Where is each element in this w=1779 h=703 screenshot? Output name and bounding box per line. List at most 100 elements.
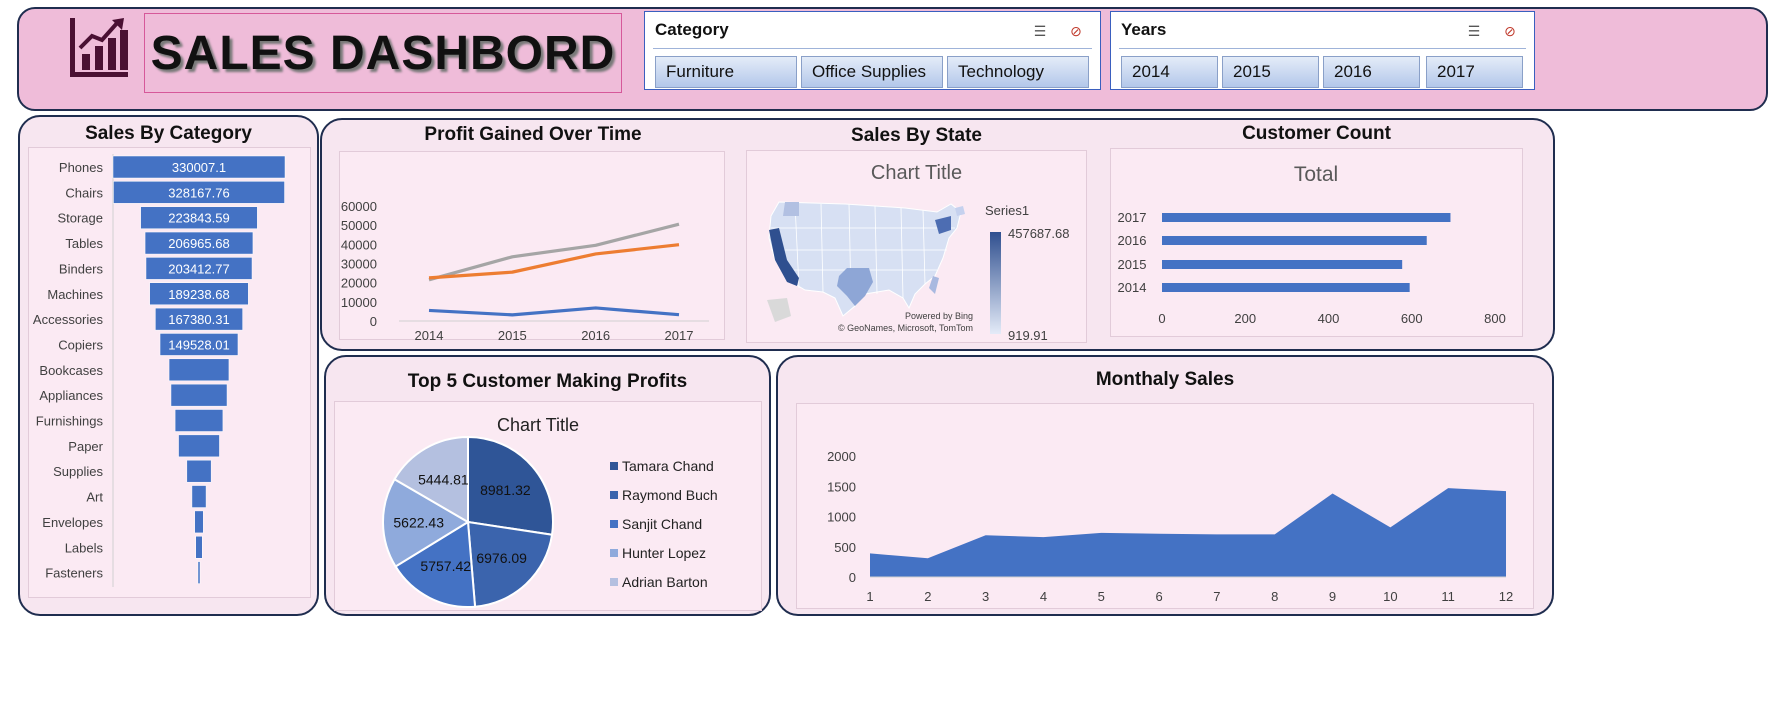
funnel-category-label: Storage [57,211,103,226]
area-y-tick-label: 2000 [827,449,856,464]
clear-filter-icon[interactable]: ⊘ [1066,22,1086,40]
pie-legend-swatch [610,462,618,470]
pie-data-label: 8981.32 [480,482,531,498]
area-x-tick-label: 4 [1040,589,1047,604]
us-map [767,201,965,322]
category-office-supplies-button[interactable]: Office Supplies [801,56,943,88]
funnel-bar [194,510,204,534]
top5-customers-chart: Chart Title 8981.32 6976.09 5757.42 5622.43 5… [382,415,718,608]
area-x-tick-label: 2 [924,589,931,604]
category-furniture-button[interactable]: Furniture [655,56,797,88]
customer-chart-title: Total [1294,163,1338,186]
line-y-tick-label: 50000 [341,218,377,233]
funnel-bar [197,561,201,584]
area-x-tick-label: 12 [1499,589,1513,604]
category-technology-button[interactable]: Technology [947,56,1089,88]
customer-bar [1162,283,1410,292]
funnel-category-label: Envelopes [42,515,103,530]
year-2015-button[interactable]: 2015 [1222,56,1319,88]
area-x-tick-label: 1 [866,589,873,604]
customer-bar [1162,260,1403,269]
area-x-tick-label: 9 [1329,589,1336,604]
customer-x-tick-label: 600 [1401,311,1423,326]
area-y-tick-label: 1500 [827,479,856,494]
line-y-tick-label: 30000 [341,257,377,272]
profit-over-time-chart: 0 10000 20000 30000 40000 50000 60000 2014 2015 2… [341,199,709,340]
area-x-tick-label: 7 [1213,589,1220,604]
funnel-bar [191,485,207,508]
bar-chart-growth-icon [70,18,128,77]
pie-legend-label: Hunter Lopez [622,545,706,561]
area-x-tick-label: 6 [1155,589,1162,604]
pie-data-label: 6976.09 [476,550,527,566]
year-2014-button[interactable]: 2014 [1121,56,1218,88]
years-slicer-title: Years [1121,20,1167,39]
funnel-category-label: Chairs [65,185,103,200]
area-x-tick-label: 5 [1098,589,1105,604]
customer-year-label: 2014 [1118,280,1147,295]
funnel-category-label: Accessories [33,312,104,327]
pie-data-label: 5757.42 [420,558,471,574]
multi-select-icon[interactable]: ☰ [1464,22,1484,40]
clear-filter-icon[interactable]: ⊘ [1500,22,1520,40]
year-2016-button[interactable]: 2016 [1323,56,1420,88]
funnel-category-label: Tables [65,236,103,251]
dashboard-title: SALES DASHBORD [150,27,616,80]
line-y-tick-label: 0 [370,314,377,329]
area-x-tick-label: 8 [1271,589,1278,604]
funnel-category-label: Supplies [53,464,103,479]
top5-customers-title: Top 5 Customer Making Profits [407,371,688,392]
customer-bar [1162,213,1451,222]
pie-data-label: 5444.81 [418,471,469,487]
line-x-tick-label: 2016 [581,328,610,340]
monthly-sales-chart: 05001000150020001 2 3 4 5 6 7 8 9 10 11 12 [827,449,1513,604]
line-y-tick-label: 60000 [341,199,377,214]
customer-count-title: Customer Count [1242,123,1391,144]
sales-by-category-title: Sales By Category [85,123,252,144]
pie-chart-title: Chart Title [497,415,579,435]
funnel-data-label: 330007.1 [172,160,226,175]
line-series-3 [428,306,680,317]
map-attribution-bing: Powered by Bing [905,311,974,321]
customer-year-label: 2017 [1118,210,1147,225]
funnel-bar [195,536,203,559]
funnel-data-label: 223843.59 [168,211,229,226]
category-slicer-title: Category [655,20,729,39]
funnel-bar [186,459,212,483]
sales-by-state-title: Sales By State [851,125,982,146]
line-y-tick-label: 20000 [341,276,377,291]
map-legend-title: Series1 [985,203,1030,218]
funnel-category-label: Copiers [58,337,103,352]
customer-x-tick-label: 0 [1158,311,1165,326]
year-2017-button[interactable]: 2017 [1426,56,1523,88]
area-x-tick-label: 3 [982,589,989,604]
funnel-data-label: 328167.76 [168,185,229,200]
customer-year-label: 2015 [1118,257,1147,272]
funnel-bar [170,383,228,407]
category-slicer: Category ☰ ⊘ Furniture Office Supplies T… [644,11,1101,90]
funnel-category-label: Fasteners [45,566,103,581]
monthly-sales-title: Monthaly Sales [1095,369,1235,390]
dashboard-title-box: SALES DASHBORD [144,13,622,93]
pie-legend-swatch [610,549,618,557]
map-legend-min: 919.91 [1008,328,1048,343]
area-y-tick-label: 0 [849,570,856,585]
line-series-1 [428,222,680,282]
area-x-tick-label: 10 [1383,589,1397,604]
pie-legend-label: Raymond Buch [622,487,718,503]
multi-select-icon[interactable]: ☰ [1030,22,1050,40]
customer-bar [1162,236,1427,245]
pie-legend-label: Sanjit Chand [622,516,702,532]
pie-legend-label: Adrian Barton [622,574,708,590]
sales-by-category-chart: Phones 330007.1 Chairs 328167.76 Storage 2238… [33,154,286,587]
line-x-tick-label: 2015 [498,328,527,340]
funnel-category-label: Labels [65,540,104,555]
map-chart-title: Chart Title [870,162,963,184]
pie-legend-swatch [610,520,618,528]
area-y-tick-label: 1000 [827,510,856,525]
funnel-data-label: 203412.77 [168,261,229,276]
map-legend-max: 457687.68 [1008,226,1070,241]
funnel-category-label: Appliances [39,388,103,403]
funnel-data-label: 167380.31 [168,312,229,327]
area-series [870,488,1506,577]
